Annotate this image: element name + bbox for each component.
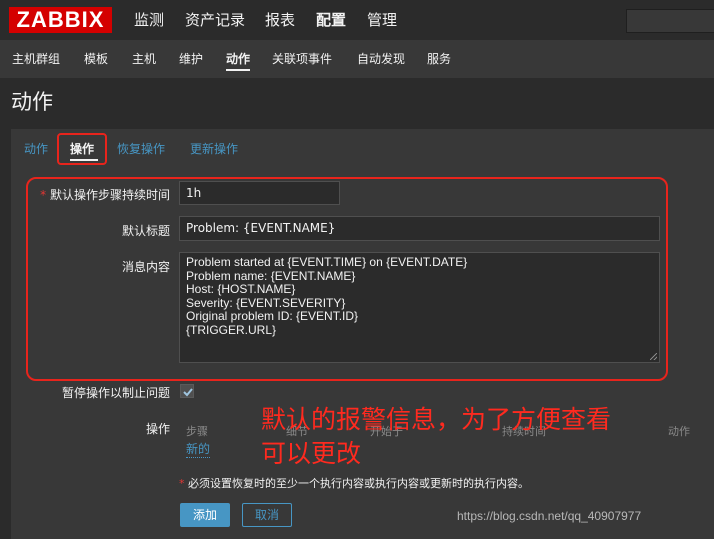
tab-recovery-operations[interactable]: 恢复操作 — [117, 140, 165, 157]
requirement-note: * 必须设置恢复时的至少一个执行内容或执行内容或更新时的执行内容。 — [179, 477, 529, 490]
watermark: https://blog.csdn.net/qq_40907977 — [457, 509, 642, 523]
subnav-active-indicator — [226, 69, 250, 71]
required-mark: * — [179, 477, 185, 490]
column-header-action: 动作 — [668, 425, 690, 438]
subnav-item-hosts[interactable]: 主机 — [132, 40, 156, 78]
tab-action[interactable]: 动作 — [24, 140, 48, 157]
subnav-item-event-correlation[interactable]: 关联项事件 — [272, 40, 332, 78]
tab-update-operations[interactable]: 更新操作 — [190, 140, 238, 157]
sub-navigation: 主机群组 模板 主机 维护 动作 关联项事件 自动发现 服务 — [0, 40, 714, 78]
subnav-item-actions[interactable]: 动作 — [226, 40, 250, 78]
subnav-item-templates[interactable]: 模板 — [84, 40, 108, 78]
operations-label: 操作 — [145, 422, 170, 436]
annotation-text-line2: 可以更改 — [261, 439, 362, 468]
cancel-button[interactable]: 取消 — [242, 503, 292, 527]
column-header-steps: 步骤 — [186, 425, 208, 438]
menu-item-configuration[interactable]: 配置 — [316, 0, 346, 40]
zabbix-logo[interactable]: ZABBIX — [9, 7, 112, 33]
new-operation-link[interactable]: 新的 — [186, 440, 211, 458]
menu-item-administration[interactable]: 管理 — [367, 0, 397, 40]
menu-item-inventory[interactable]: 资产记录 — [185, 0, 245, 40]
form-highlight-box — [26, 177, 668, 381]
subnav-item-host-groups[interactable]: 主机群组 — [12, 40, 60, 78]
pause-suppressed-checkbox[interactable] — [180, 384, 194, 398]
pause-suppressed-label: 暂停操作以制止问题 — [61, 386, 170, 400]
page-title: 动作 — [11, 90, 53, 114]
subnav-item-maintenance[interactable]: 维护 — [179, 40, 203, 78]
top-navigation: ZABBIX 监测 资产记录 报表 配置 管理 — [0, 0, 714, 40]
tab-highlight-box — [57, 133, 107, 165]
checkmark-icon — [183, 388, 193, 397]
subnav-item-discovery[interactable]: 自动发现 — [357, 40, 405, 78]
subnav-item-services[interactable]: 服务 — [427, 40, 451, 78]
add-button[interactable]: 添加 — [180, 503, 230, 527]
search-input[interactable] — [626, 9, 714, 33]
annotation-text-line1: 默认的报警信息，为了方便查看 — [261, 405, 612, 434]
menu-item-monitoring[interactable]: 监测 — [134, 0, 164, 40]
menu-item-reports[interactable]: 报表 — [265, 0, 295, 40]
